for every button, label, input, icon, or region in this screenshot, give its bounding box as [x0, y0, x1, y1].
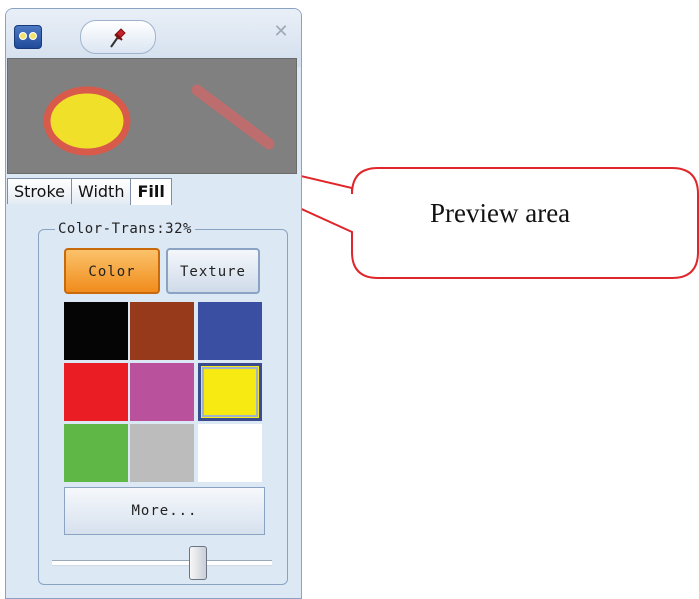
- texture-mode-button[interactable]: Texture: [166, 248, 260, 294]
- preview-canvas: [43, 84, 275, 156]
- tab-stroke[interactable]: Stroke: [7, 178, 72, 204]
- pin-tab[interactable]: [80, 20, 156, 54]
- preview-area: [7, 58, 297, 174]
- property-tabs: Stroke Width Fill: [7, 178, 172, 205]
- color-mode-button[interactable]: Color: [64, 248, 160, 294]
- app-icon-lens-left: [19, 32, 27, 40]
- tab-fill[interactable]: Fill: [130, 178, 172, 205]
- app-icon-lens-right: [29, 32, 37, 40]
- color-swatch-magenta[interactable]: [130, 363, 194, 421]
- color-swatch-blue[interactable]: [198, 302, 262, 360]
- color-trans-label: Color-Trans:32%: [55, 221, 195, 237]
- preview-line: [191, 84, 275, 150]
- close-icon[interactable]: ✕: [271, 22, 291, 42]
- transparency-slider-thumb[interactable]: [189, 546, 208, 580]
- color-swatch-white[interactable]: [198, 424, 262, 482]
- color-swatch-brown[interactable]: [130, 302, 194, 360]
- more-colors-button[interactable]: More...: [64, 487, 265, 535]
- app-icon[interactable]: [14, 25, 42, 49]
- callout-label: Preview area: [430, 198, 571, 228]
- color-swatch-green[interactable]: [64, 424, 128, 482]
- pin-icon: [110, 28, 126, 48]
- color-swatch-gray[interactable]: [130, 424, 194, 482]
- transparency-slider-track[interactable]: [52, 560, 272, 566]
- color-swatch-yellow[interactable]: [198, 363, 262, 421]
- tab-width[interactable]: Width: [70, 178, 132, 204]
- preview-ellipse: [43, 86, 131, 156]
- color-swatch-black[interactable]: [64, 302, 128, 360]
- color-swatch-red[interactable]: [64, 363, 128, 421]
